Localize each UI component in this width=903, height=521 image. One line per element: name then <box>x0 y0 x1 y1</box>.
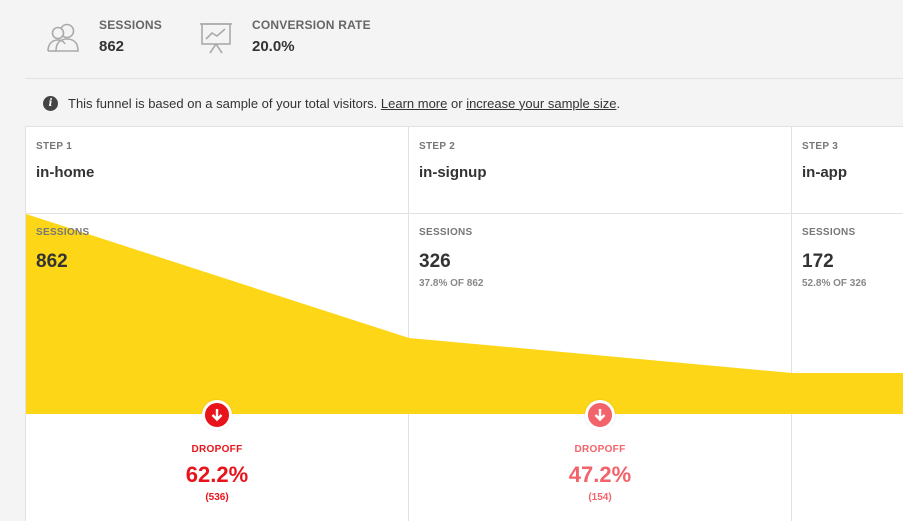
dropoff-percent: 47.2% <box>568 462 632 487</box>
step-number: STEP 1 <box>36 141 73 152</box>
step-number: STEP 3 <box>802 141 839 152</box>
step-sessions-percent: 37.8% OF 862 <box>419 278 484 289</box>
sessions-label: SESSIONS <box>99 18 162 32</box>
dropoff-count: (154) <box>588 492 612 503</box>
learn-more-link[interactable]: Learn more <box>381 96 447 111</box>
conversion-metric: CONVERSION RATE 20.0% <box>198 17 371 55</box>
funnel-area-2 <box>409 338 792 414</box>
dropoff-label: DROPOFF <box>574 444 626 455</box>
step-number: STEP 2 <box>419 141 456 152</box>
step-sessions-value: 326 <box>419 251 451 272</box>
step-sessions-value: 172 <box>802 251 834 272</box>
conversion-value: 20.0% <box>252 38 295 55</box>
sessions-label: SESSIONS <box>802 227 856 238</box>
funnel-segment-3 <box>792 373 903 414</box>
notice-text: This funnel is based on a sample of your… <box>68 95 378 111</box>
dropoff-label: DROPOFF <box>191 444 243 455</box>
funnel-chart: STEP 1 in-home SESSIONS 862 DROPOFF 62.2… <box>25 127 903 521</box>
notice-end: . <box>616 95 621 111</box>
step-header: STEP 1 in-home <box>26 127 408 214</box>
dropoff-count: (536) <box>205 492 229 503</box>
sessions-label: SESSIONS <box>36 227 90 238</box>
step-header: STEP 3 in-app <box>792 127 903 214</box>
increase-sample-link[interactable]: increase your sample size <box>466 96 616 111</box>
info-icon: i <box>43 95 58 111</box>
sessions-value: 862 <box>99 38 125 55</box>
metrics-bar: SESSIONS 862 CONVERSION RATE 20.0% <box>25 0 903 79</box>
step-sessions-value: 862 <box>36 251 68 272</box>
presentation-chart-icon <box>200 23 232 54</box>
step-name: in-signup <box>419 164 487 181</box>
funnel-area-3 <box>792 373 903 414</box>
dropoff-2: DROPOFF 47.2% (154) <box>409 400 791 503</box>
arrow-down-icon <box>585 400 615 430</box>
step-name: in-app <box>802 164 847 181</box>
sessions-label: SESSIONS <box>419 227 473 238</box>
arrow-down-icon <box>202 400 232 430</box>
funnel-step-3[interactable]: STEP 3 in-app SESSIONS 172 52.8% OF 326 <box>792 127 903 521</box>
users-icon <box>47 23 79 52</box>
dropoff-1: DROPOFF 62.2% (536) <box>26 400 408 503</box>
funnel-step-2[interactable]: STEP 2 in-signup SESSIONS 326 37.8% OF 8… <box>409 127 792 521</box>
conversion-label: CONVERSION RATE <box>252 18 371 32</box>
sample-notice: i This funnel is based on a sample of yo… <box>25 80 903 127</box>
sessions-metric: SESSIONS 862 <box>45 17 162 55</box>
dropoff-percent: 62.2% <box>185 462 249 487</box>
funnel-segment-1 <box>26 214 409 414</box>
step-header: STEP 2 in-signup <box>409 127 791 214</box>
step-name: in-home <box>36 164 95 181</box>
funnel-step-1[interactable]: STEP 1 in-home SESSIONS 862 DROPOFF 62.2… <box>26 127 409 521</box>
step-sessions-percent: 52.8% OF 326 <box>802 278 867 289</box>
funnel-area-1 <box>26 214 409 414</box>
notice-or: or <box>451 95 463 111</box>
